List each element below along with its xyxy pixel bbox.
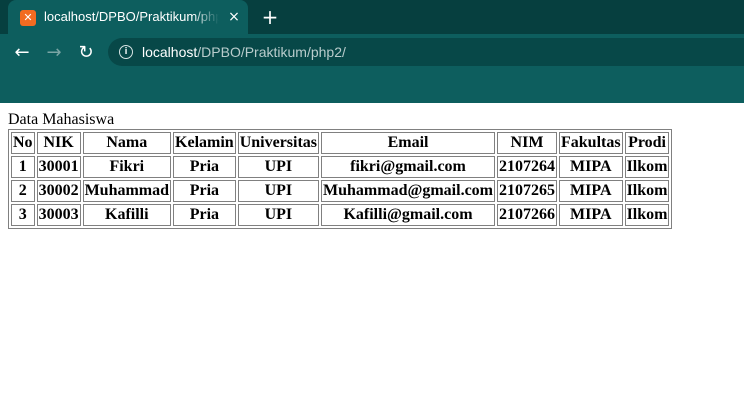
url-path: /DPBO/Praktikum/php2/ <box>197 44 346 60</box>
table-cell-prodi: Ilkom <box>624 204 670 226</box>
table-body: 1 30001 Fikri Pria UPI fikri@gmail.com 2107264… <box>11 156 670 226</box>
table-cell-nim: 2107265 <box>497 180 557 202</box>
close-icon[interactable]: × <box>225 8 243 26</box>
table-cell-universitas: UPI <box>237 204 320 226</box>
forward-button[interactable]: → <box>42 41 66 65</box>
table-cell-universitas: UPI <box>237 180 320 202</box>
table-cell-fakultas: MIPA <box>559 204 623 226</box>
table-cell-email: Muhammad@gmail.com <box>321 180 495 202</box>
info-icon[interactable]: i <box>119 45 133 59</box>
browser-tab[interactable]: ✕ localhost/DPBO/Praktikum/php2/ × <box>8 0 248 34</box>
column-header-nama: Nama <box>82 132 172 154</box>
reload-button[interactable]: ↻ <box>74 41 98 65</box>
table-row: 2 30002 Muhammad Pria UPI Muhammad@gmail.com 2… <box>11 180 670 202</box>
tab-title: localhost/DPBO/Praktikum/php2/ <box>44 9 219 24</box>
table-cell-email: fikri@gmail.com <box>321 156 495 178</box>
column-header-no: No <box>11 132 35 154</box>
browser-chrome: ✕ localhost/DPBO/Praktikum/php2/ × + ← →… <box>0 0 744 103</box>
page-title: Data Mahasiswa <box>8 111 115 128</box>
table-row: 1 30001 Fikri Pria UPI fikri@gmail.com 2107264… <box>11 156 670 178</box>
table-cell-universitas: UPI <box>237 156 320 178</box>
address-bar[interactable]: i localhost/DPBO/Praktikum/php2/ <box>108 38 744 66</box>
xampp-icon: ✕ <box>20 10 36 26</box>
table-cell-kelamin: Pria <box>173 156 236 178</box>
column-header-fakultas: Fakultas <box>559 132 623 154</box>
column-header-kelamin: Kelamin <box>173 132 236 154</box>
tab-strip: ✕ localhost/DPBO/Praktikum/php2/ × + <box>0 0 744 34</box>
table-cell-nim: 2107266 <box>497 204 557 226</box>
table-cell-prodi: Ilkom <box>624 156 670 178</box>
table-cell-nik: 30003 <box>36 204 81 226</box>
column-header-nim: NIM <box>497 132 557 154</box>
table-cell-email: Kafilli@gmail.com <box>321 204 495 226</box>
table-cell-nik: 30001 <box>36 156 81 178</box>
table-cell-nim: 2107264 <box>497 156 557 178</box>
column-header-nik: NIK <box>36 132 81 154</box>
table-cell-nama: Kafilli <box>82 204 172 226</box>
back-button[interactable]: ← <box>10 41 34 65</box>
table-cell-no: 3 <box>11 204 35 226</box>
column-header-prodi: Prodi <box>624 132 670 154</box>
table-header-row: No NIK Nama Kelamin Universitas Email NIM Fakul… <box>11 132 670 154</box>
page-content: Data Mahasiswa No NIK Nama Kelamin Universit… <box>8 111 673 229</box>
table-cell-kelamin: Pria <box>173 180 236 202</box>
table-row: 3 30003 Kafilli Pria UPI Kafilli@gmail.com 210… <box>11 204 670 226</box>
url-host: localhost <box>142 44 198 60</box>
table-cell-no: 2 <box>11 180 35 202</box>
url-text[interactable]: localhost/DPBO/Praktikum/php2/ <box>142 43 346 61</box>
table-cell-no: 1 <box>11 156 35 178</box>
student-table: No NIK Nama Kelamin Universitas Email NIM Fakul… <box>8 129 673 229</box>
table-cell-nama: Muhammad <box>82 180 172 202</box>
table-cell-nik: 30002 <box>36 180 81 202</box>
table-cell-kelamin: Pria <box>173 204 236 226</box>
column-header-universitas: Universitas <box>237 132 320 154</box>
table-cell-prodi: Ilkom <box>624 180 670 202</box>
table-cell-fakultas: MIPA <box>559 180 623 202</box>
table-cell-nama: Fikri <box>82 156 172 178</box>
table-cell-fakultas: MIPA <box>559 156 623 178</box>
new-tab-button[interactable]: + <box>260 6 280 28</box>
column-header-email: Email <box>321 132 495 154</box>
